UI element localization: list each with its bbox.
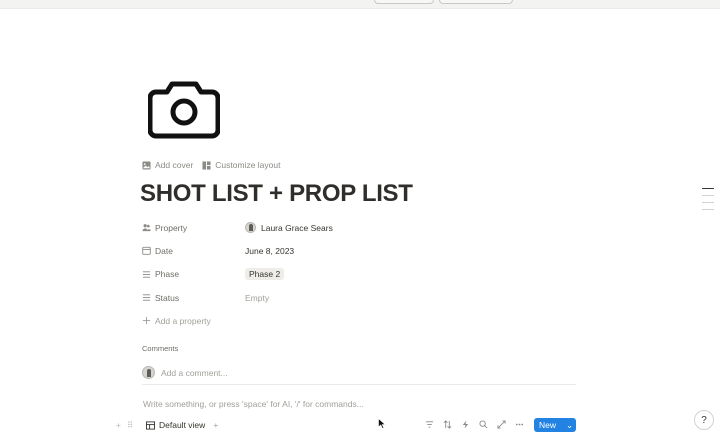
properties-list: Property Laura Grace Sears Date June 8, … bbox=[142, 216, 582, 332]
page-title[interactable]: SHOT LIST + PROP LIST bbox=[140, 180, 413, 208]
toc-line[interactable] bbox=[702, 195, 714, 196]
property-key-label: Status bbox=[155, 292, 180, 303]
property-value[interactable]: Laura Grace Sears bbox=[245, 222, 333, 234]
cover-actions: Add cover Customize layout bbox=[142, 160, 280, 170]
add-property: Add a property bbox=[142, 316, 245, 326]
comments-label: Comments bbox=[142, 344, 179, 353]
top-bar bbox=[0, 0, 720, 9]
help-button[interactable]: ? bbox=[694, 410, 714, 430]
table-of-contents[interactable] bbox=[702, 188, 714, 216]
property-value[interactable]: Phase 2 bbox=[245, 268, 285, 281]
calendar-icon bbox=[142, 247, 151, 256]
property-row-property[interactable]: Property Laura Grace Sears bbox=[142, 216, 582, 239]
add-cover-label: Add cover bbox=[155, 160, 194, 170]
new-button-label: New bbox=[539, 420, 557, 430]
editor-placeholder[interactable]: Write something, or press 'space' for AI… bbox=[143, 399, 364, 409]
property-row-date[interactable]: Date June 8, 2023 bbox=[142, 239, 582, 262]
property-key[interactable]: Phase bbox=[142, 269, 245, 279]
property-value[interactable]: June 8, 2023 bbox=[245, 246, 294, 256]
property-value[interactable]: Empty bbox=[245, 293, 269, 303]
customize-layout-button[interactable]: Customize layout bbox=[202, 160, 280, 170]
toc-line[interactable] bbox=[702, 209, 714, 210]
toc-line[interactable] bbox=[702, 188, 714, 189]
list-icon bbox=[142, 271, 151, 278]
image-icon bbox=[142, 160, 151, 170]
comment-input[interactable]: Add a comment... bbox=[142, 361, 576, 385]
search-icon[interactable] bbox=[479, 420, 488, 429]
add-cover-button[interactable]: Add cover bbox=[142, 160, 193, 170]
block-handle[interactable]: + ⠿ bbox=[116, 420, 146, 431]
chevron-down-icon[interactable]: ⌄ bbox=[566, 420, 573, 431]
database-tools bbox=[425, 420, 524, 429]
filter-icon[interactable] bbox=[425, 420, 434, 429]
add-property-button[interactable]: Add a property bbox=[142, 309, 582, 332]
sort-icon[interactable] bbox=[443, 420, 452, 429]
property-key-label: Phase bbox=[155, 269, 180, 280]
people-icon bbox=[142, 224, 151, 232]
property-key[interactable]: Property bbox=[142, 223, 245, 233]
plus-icon[interactable]: + bbox=[116, 420, 121, 431]
drag-handle-icon[interactable]: ⠿ bbox=[127, 420, 133, 431]
new-button[interactable]: New ⌄ bbox=[534, 418, 576, 432]
comment-placeholder: Add a comment... bbox=[161, 367, 228, 378]
table-icon bbox=[146, 420, 155, 430]
property-key[interactable]: Status bbox=[142, 293, 245, 303]
more-icon[interactable] bbox=[515, 420, 524, 429]
avatar bbox=[245, 222, 256, 234]
list-icon bbox=[142, 294, 151, 301]
property-row-status[interactable]: Status Empty bbox=[142, 286, 582, 309]
add-property-label: Add a property bbox=[155, 315, 211, 326]
layout-icon bbox=[202, 160, 211, 170]
database-toolbar: + ⠿ Default view + New ⌄ bbox=[116, 418, 578, 432]
view-label: Default view bbox=[159, 420, 206, 430]
mouse-cursor-icon bbox=[378, 418, 386, 429]
tab-default-view[interactable]: Default view bbox=[146, 420, 205, 430]
plus-icon bbox=[142, 317, 151, 325]
expand-icon[interactable] bbox=[497, 420, 506, 429]
customize-layout-label: Customize layout bbox=[215, 160, 281, 170]
top-bar-button[interactable] bbox=[439, 0, 513, 4]
property-key-label: Property bbox=[155, 222, 188, 233]
property-key[interactable]: Date bbox=[142, 246, 245, 256]
person-name: Laura Grace Sears bbox=[261, 222, 333, 233]
property-row-phase[interactable]: Phase Phase 2 bbox=[142, 263, 582, 286]
top-bar-button[interactable] bbox=[374, 0, 434, 4]
avatar bbox=[142, 366, 155, 379]
property-key-label: Date bbox=[155, 245, 173, 256]
camera-icon[interactable] bbox=[147, 80, 221, 140]
lightning-icon[interactable] bbox=[461, 420, 470, 429]
add-view-button[interactable]: + bbox=[213, 420, 218, 430]
phase-tag: Phase 2 bbox=[245, 268, 285, 281]
toc-line[interactable] bbox=[702, 202, 714, 203]
